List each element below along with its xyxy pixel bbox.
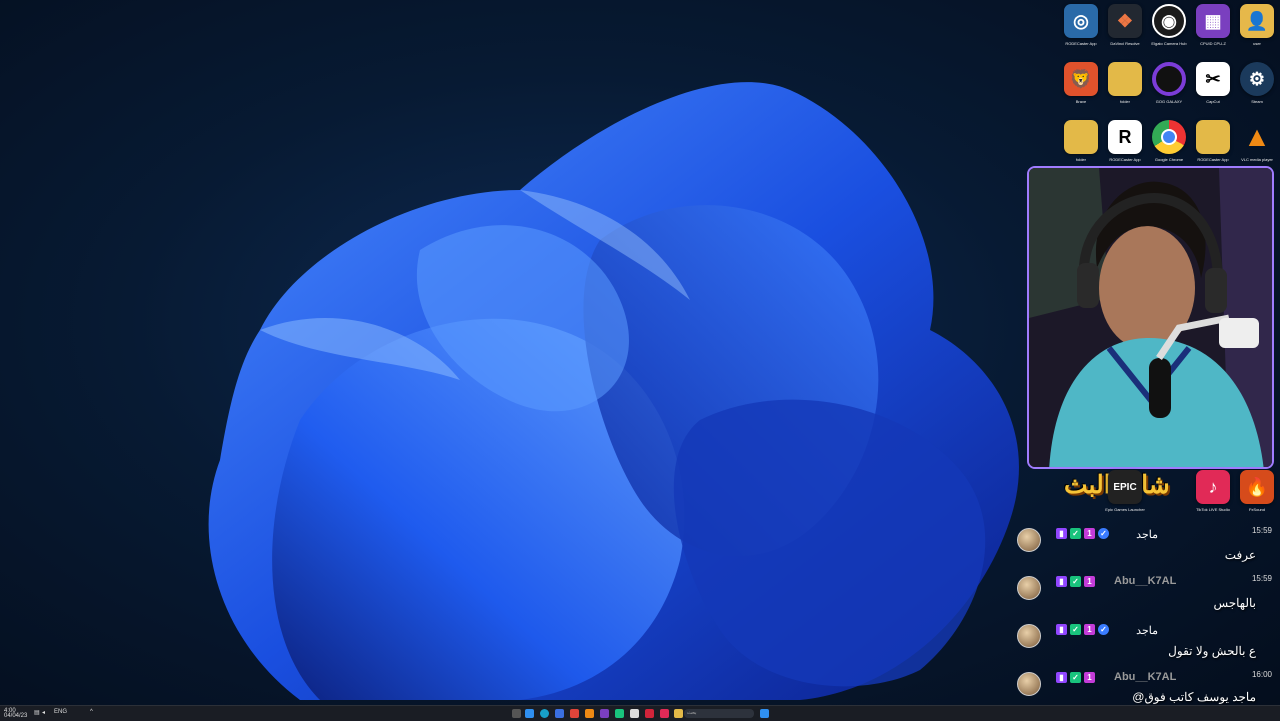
chat-badges: ▮ ✓ 1 ✓ (1056, 528, 1109, 539)
gog-icon (1152, 62, 1186, 96)
chat-display-name: ماجد (1136, 529, 1158, 541)
cpuz-icon: ▦ (1196, 4, 1230, 38)
first-badge: 1 (1084, 672, 1095, 683)
desktop-icon-davinci[interactable]: ❖ DaVinci Resolve (1103, 4, 1147, 46)
tiktok-icon: ♪ (1196, 470, 1230, 504)
check-badge: ✓ (1070, 528, 1081, 539)
chat-text: عرفت (1224, 548, 1256, 562)
check-badge: ✓ (1070, 672, 1081, 683)
desktop-icon-folder[interactable]: folder (1103, 62, 1147, 104)
chat-message: ▮ ✓ 1 ✓ ماجد 15:59 عرفت (1017, 526, 1280, 572)
chat-username: Abu__K7AL (1114, 575, 1177, 587)
desktop-icon-epic[interactable]: EPIC Epic Games Launcher (1103, 470, 1147, 512)
chat-badges: ▮ ✓ 1 ✓ (1056, 624, 1109, 635)
rode-app-icon: R (1108, 120, 1142, 154)
app-icon-pink[interactable] (660, 709, 669, 718)
folder-icon (1196, 120, 1230, 154)
store-icon[interactable] (555, 709, 564, 718)
desktop-icon-rode[interactable]: ◎ RODECaster App (1059, 4, 1103, 46)
fxsound-icon: 🔥 (1240, 470, 1274, 504)
chrome-icon (1152, 120, 1186, 154)
desktop-icon-chrome[interactable]: Google Chrome (1147, 120, 1191, 162)
app-icon-red[interactable] (570, 709, 579, 718)
chat-username: Abu__K7AL (1114, 671, 1177, 683)
verified-badge: ✓ (1098, 528, 1109, 539)
chat-timestamp: 15:59 (1251, 574, 1272, 583)
clock[interactable]: 4:00 04/04/23 (4, 708, 28, 719)
desktop-icon-vlc[interactable]: ▲ VLC media player (1235, 120, 1279, 162)
volume-icon[interactable]: ◂ (42, 709, 45, 716)
chevron-up-icon[interactable]: ^ (90, 709, 93, 715)
desktop-icon-folder-2[interactable]: folder (1059, 120, 1103, 162)
user-folder-icon: 👤 (1240, 4, 1274, 38)
chat-badges: ▮ ✓ 1 (1056, 672, 1095, 683)
check-badge: ✓ (1070, 576, 1081, 587)
desktop-icon-cpuz[interactable]: ▦ CPUID CPU-Z (1191, 4, 1235, 46)
verified-badge: ✓ (1098, 624, 1109, 635)
brave-icon: 🦁 (1064, 62, 1098, 96)
desktop-icon-steam[interactable]: ⚙ Steam (1235, 62, 1279, 104)
network-icon[interactable]: ▤ (34, 709, 40, 716)
desktop-icon-user[interactable]: 👤 user (1235, 4, 1279, 46)
folder-icon (1064, 120, 1098, 154)
first-badge: 1 (1084, 528, 1095, 539)
chat-avatar (1017, 576, 1041, 600)
desktop-icon-gog[interactable]: GOG GALAXY (1147, 62, 1191, 104)
desktop-icon-tiktok[interactable]: ♪ TikTok LIVE Studio (1191, 470, 1235, 512)
chat-avatar (1017, 672, 1041, 696)
camera-icon: ◉ (1152, 4, 1186, 38)
streamer-video (1029, 168, 1272, 467)
rode-icon: ◎ (1064, 4, 1098, 38)
epic-icon: EPIC (1108, 470, 1142, 504)
app-icon-orange[interactable] (585, 709, 594, 718)
chat-avatar (1017, 624, 1041, 648)
desktop-icon-brave[interactable]: 🦁 Brave (1059, 62, 1103, 104)
desktop-icon-capcut[interactable]: ✂ CapCut (1191, 62, 1235, 104)
twitch-badge: ▮ (1056, 672, 1067, 683)
chat-badges: ▮ ✓ 1 (1056, 576, 1095, 587)
start-icon[interactable] (525, 709, 534, 718)
chat-message: ▮ ✓ 1 ✓ ماجد ع بالحش ولا تقول (1017, 622, 1280, 668)
chat-avatar (1017, 528, 1041, 552)
desktop-icon-camera-hub[interactable]: ◉ Elgato Camera Hub (1147, 4, 1191, 46)
twitch-badge: ▮ (1056, 624, 1067, 635)
twitch-badge: ▮ (1056, 528, 1067, 539)
webcam-feed (1027, 166, 1274, 469)
desktop-icon-folder-3[interactable]: RODECaster App (1191, 120, 1235, 162)
chat-text: بالهاجس (1213, 596, 1256, 610)
chat-display-name: ماجد (1136, 625, 1158, 637)
windows-start-icon[interactable] (760, 709, 769, 718)
chat-timestamp: 15:59 (1251, 526, 1272, 535)
vlc-icon: ▲ (1243, 121, 1271, 152)
clock-date: 04/04/23 (4, 713, 28, 719)
chat-timestamp: 16:00 (1251, 670, 1272, 679)
app-icon-green[interactable] (615, 709, 624, 718)
twitch-badge: ▮ (1056, 576, 1067, 587)
file-explorer-icon[interactable] (674, 709, 683, 718)
check-badge: ✓ (1070, 624, 1081, 635)
taskbar: 4:00 04/04/23 ▤ ◂ ENG ^ بحث (0, 705, 1280, 721)
chat-text: ع بالحش ولا تقول (1168, 644, 1256, 658)
app-icon-white[interactable] (630, 709, 639, 718)
app-icon-purple[interactable] (600, 709, 609, 718)
steam-icon: ⚙ (1240, 62, 1274, 96)
desktop-icon-fxsound[interactable]: 🔥 FxSound (1235, 470, 1279, 512)
folder-icon (1108, 62, 1142, 96)
language-indicator[interactable]: ENG (54, 709, 67, 715)
first-badge: 1 (1084, 576, 1095, 587)
widgets-icon[interactable] (512, 709, 521, 718)
app-icon-red-2[interactable] (645, 709, 654, 718)
desktop-icon-rode-app[interactable]: R RODECaster App (1103, 120, 1147, 162)
taskbar-search[interactable]: بحث (684, 709, 754, 718)
chat-message: ▮ ✓ 1 Abu__K7AL 15:59 بالهاجس (1017, 574, 1280, 620)
davinci-icon: ❖ (1108, 4, 1142, 38)
first-badge: 1 (1084, 624, 1095, 635)
edge-icon[interactable] (540, 709, 549, 718)
capcut-icon: ✂ (1196, 62, 1230, 96)
chat-text: @ماجد يوسف كاتب فوق (1132, 690, 1256, 704)
